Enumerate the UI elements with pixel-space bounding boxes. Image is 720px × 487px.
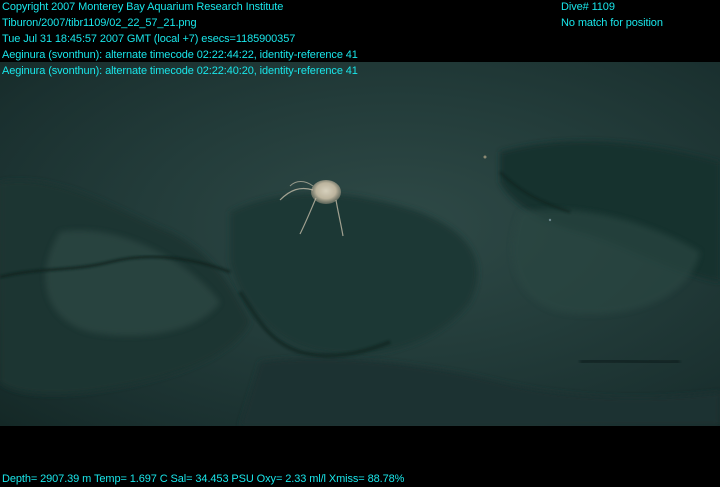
metadata-overlay: Copyright 2007 Monterey Bay Aquarium Res… xyxy=(2,0,358,79)
video-frame xyxy=(0,62,720,426)
dive-number-text: Dive# 1109 xyxy=(561,1,615,13)
particle xyxy=(548,218,552,222)
particle xyxy=(483,155,487,159)
sensor-readout: Depth= 2907.39 m Temp= 1.697 C Sal= 34.4… xyxy=(2,473,405,485)
timestamp-text: Tue Jul 31 18:45:57 2007 GMT (local +7) … xyxy=(2,33,296,45)
position-text: No match for position xyxy=(561,17,663,29)
sediment-patch-1 xyxy=(45,230,220,336)
file-path-text: Tiburon/2007/tibr1109/02_22_57_21.png xyxy=(2,17,197,29)
annotation-text: Aeginura (svonthun): alternate timecode … xyxy=(2,65,358,77)
dive-overlay: Dive# 1109 No match for position xyxy=(561,0,663,31)
rock-mass-bottom xyxy=(240,358,720,426)
annotation-text: Aeginura (svonthun): alternate timecode … xyxy=(2,49,358,61)
crevice-line-3 xyxy=(579,357,681,366)
seafloor-scene xyxy=(0,141,720,426)
jellyfish-tentacle-4 xyxy=(289,181,314,187)
copyright-text: Copyright 2007 Monterey Bay Aquarium Res… xyxy=(2,1,284,13)
